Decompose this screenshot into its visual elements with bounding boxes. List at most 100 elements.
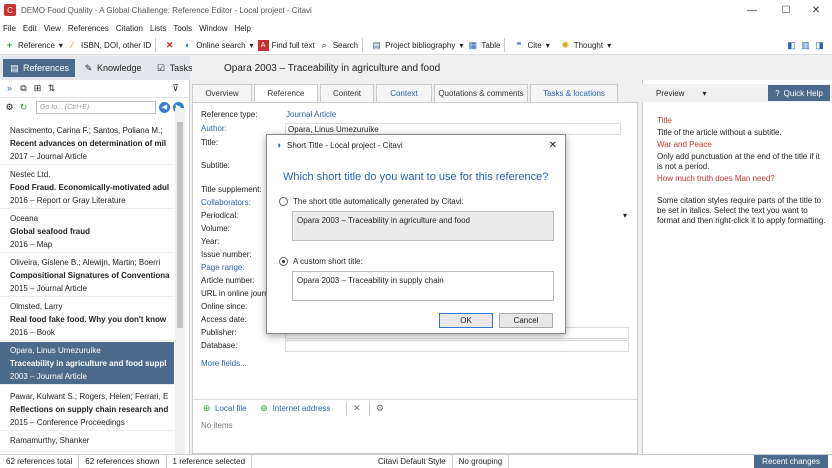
status-grouping[interactable]: No grouping: [453, 454, 510, 468]
auto-title-label[interactable]: The short title automatically generated …: [293, 197, 464, 206]
list-item[interactable]: Oceana Global seafood fraud 2016 – Map: [0, 210, 174, 253]
cite-button[interactable]: ❝ Cite ▾: [513, 40, 550, 51]
menu-file[interactable]: File: [3, 24, 16, 33]
tab-context[interactable]: Context: [376, 84, 432, 102]
status-selected: 1 reference selected: [167, 454, 253, 468]
list-item[interactable]: Nestec Ltd. Food Fraud. Economically-moti…: [0, 166, 174, 209]
tab-quotations[interactable]: Quotations & comments: [434, 84, 528, 102]
close-icon[interactable]: ✕: [800, 0, 832, 20]
status-bar: 62 references total 62 references shown …: [0, 454, 832, 468]
auto-title-value: Opara 2003 – Traceability in agriculture…: [292, 211, 554, 241]
periodical-dropdown-icon[interactable]: ▾: [623, 211, 627, 220]
issue-label: Issue number:: [201, 250, 252, 259]
pdf-icon: A: [257, 39, 269, 51]
custom-title-input[interactable]: Opara 2003 – Traceability in supply chai…: [292, 271, 554, 301]
add-reference-button[interactable]: + Reference ▾: [4, 40, 63, 51]
ok-button[interactable]: OK: [439, 313, 493, 328]
list-scrollbar-thumb[interactable]: [177, 122, 183, 328]
nav-references[interactable]: ▤ References: [3, 59, 76, 77]
cancel-button[interactable]: Cancel: [499, 313, 553, 328]
more-fields-link[interactable]: More fields...: [201, 359, 247, 368]
chevron-down-icon[interactable]: ▾: [702, 89, 706, 98]
collaborators-label[interactable]: Collaborators:: [201, 198, 251, 207]
lightbulb-icon: ✺: [561, 39, 569, 50]
thought-button[interactable]: ✺ Thought ▾: [560, 40, 611, 51]
menu-tools[interactable]: Tools: [173, 24, 192, 33]
online-search-button[interactable]: ◐ Online search ▾: [182, 40, 254, 51]
find-full-text-button[interactable]: A Find full text: [257, 39, 315, 51]
layout-left-icon[interactable]: ◧: [786, 40, 797, 51]
nav-knowledge[interactable]: ✎ Knowledge: [77, 59, 148, 77]
refresh-icon[interactable]: ↻: [18, 102, 29, 113]
list-item[interactable]: Nascimento, Carina F.; Santos, Poliana M…: [0, 122, 174, 165]
preview-label[interactable]: Preview: [656, 89, 684, 98]
list-toolbar: » ⧉ ⊞ ⇅ ⊽: [0, 80, 189, 98]
search-button[interactable]: ⌕ Search: [319, 40, 358, 51]
menu-edit[interactable]: Edit: [23, 24, 37, 33]
expand-icon[interactable]: »: [4, 83, 15, 94]
delete-button[interactable]: ✕: [164, 40, 178, 51]
bibliography-icon: ▤: [372, 39, 381, 50]
goto-input[interactable]: Go to... (Ctrl+E): [36, 100, 156, 114]
citavi-logo-icon: C: [4, 4, 16, 16]
list-item[interactable]: Olmsted, Larry Real food fake food. Why y…: [0, 298, 174, 341]
tab-reference[interactable]: Reference: [254, 84, 318, 102]
menu-citation[interactable]: Citation: [116, 24, 143, 33]
menu-window[interactable]: Window: [199, 24, 227, 33]
table-button[interactable]: ▦ Table: [467, 40, 501, 51]
help-heading: Title: [657, 116, 672, 125]
custom-title-label[interactable]: A custom short title:: [293, 257, 363, 266]
auto-title-radio[interactable]: [279, 197, 288, 206]
tab-tasks-locations[interactable]: Tasks & locations: [530, 84, 618, 102]
selection-icon[interactable]: ⧉: [18, 83, 29, 94]
no-items-text: No items: [201, 421, 233, 430]
page-range-label[interactable]: Page range:: [201, 263, 245, 272]
quick-help-button[interactable]: ? Quick Help: [768, 85, 830, 101]
filter-icon[interactable]: ⊽: [170, 83, 181, 94]
recent-changes-button[interactable]: Recent changes: [754, 455, 828, 468]
list-item-selected[interactable]: Opara, Linus Umezuruike Traceability in a…: [0, 342, 174, 385]
short-title-dialog: ◑ Short Title - Local project - Citavi ✕…: [266, 134, 566, 334]
project-bibliography-button[interactable]: ▤ Project bibliography ▾: [371, 40, 463, 51]
remove-icon[interactable]: ✕: [351, 403, 362, 414]
close-icon[interactable]: ✕: [549, 140, 557, 151]
previous-icon[interactable]: ◀: [159, 101, 170, 113]
menu-view[interactable]: View: [44, 24, 61, 33]
toolbar-divider: [362, 38, 364, 52]
toolbar-divider: [504, 38, 506, 52]
menu-lists[interactable]: Lists: [150, 24, 166, 33]
list-settings-icon[interactable]: ⊞: [32, 83, 43, 94]
internet-address-link[interactable]: Internet address: [273, 404, 331, 413]
article-number-label: Article number:: [201, 276, 255, 285]
wand-icon: ⁄: [71, 39, 74, 50]
help-content: Title Title of the article without a sub…: [657, 116, 827, 228]
list-item[interactable]: Ramamurthy, Shanker: [0, 432, 174, 452]
tab-overview[interactable]: Overview: [192, 84, 252, 102]
custom-title-radio[interactable]: [279, 257, 288, 266]
help-example: War and Peace: [657, 140, 712, 149]
local-file-link[interactable]: Local file: [215, 404, 247, 413]
layout-three-icon[interactable]: ▥: [800, 40, 811, 51]
sort-icon[interactable]: ⇅: [46, 83, 57, 94]
title-supplement-label: Title supplement:: [201, 185, 262, 194]
quick-help-panel: Title Title of the article without a sub…: [642, 80, 832, 454]
author-label[interactable]: Author:: [201, 124, 227, 133]
minimize-icon[interactable]: —: [736, 0, 768, 20]
list-item[interactable]: Pawar, Kulwant S.; Rogers, Helen; Ferrar…: [0, 388, 174, 431]
gear-icon[interactable]: ⚙: [4, 102, 15, 113]
menu-help[interactable]: Help: [235, 24, 251, 33]
plus-icon: +: [6, 39, 13, 50]
database-field[interactable]: [285, 340, 629, 352]
tab-content[interactable]: Content: [320, 84, 374, 102]
url-label: URL in online journ: [201, 289, 269, 298]
isbn-button[interactable]: ⁄ ISBN, DOI, other ID: [67, 39, 152, 51]
maximize-icon[interactable]: ☐: [770, 0, 802, 20]
gear-icon[interactable]: ⚙: [374, 403, 385, 414]
list-item[interactable]: Oliveira, Gislene B.; Alewijn, Martin; B…: [0, 254, 174, 297]
layout-right-icon[interactable]: ◨: [814, 40, 825, 51]
menu-references[interactable]: References: [68, 24, 109, 33]
publisher-label: Publisher:: [201, 328, 237, 337]
main-nav: ▤ References ✎ Knowledge ☑ Tasks: [0, 56, 193, 80]
status-style[interactable]: Citavi Default Style: [372, 454, 453, 468]
reference-type-link[interactable]: Journal Article: [286, 110, 336, 119]
